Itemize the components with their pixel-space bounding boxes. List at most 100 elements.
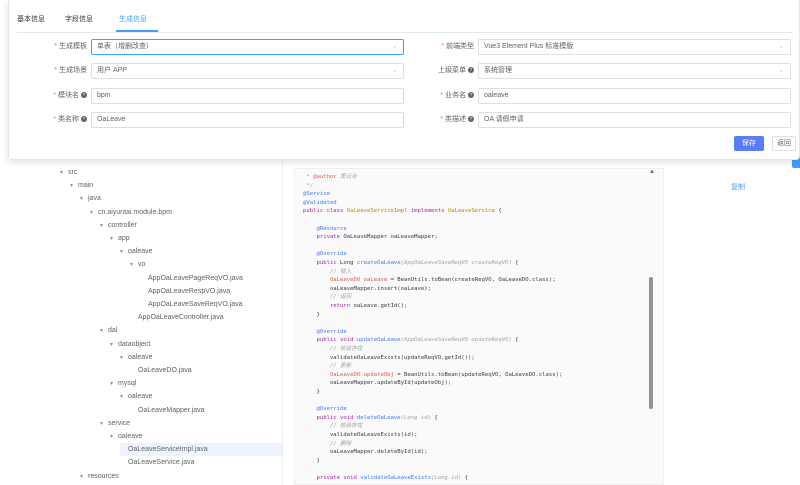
tree-file[interactable]: AppOaLeavePageReqVO.java — [140, 272, 243, 285]
frontend-type-label: * 前端类型 — [441, 43, 474, 50]
class-name-input[interactable]: OaLeave — [91, 112, 404, 128]
tab-field-info[interactable]: 字段信息 — [65, 14, 93, 24]
tree-folder[interactable]: ▾ cn.aiyuntai.module.bpm — [90, 206, 172, 219]
tree-folder[interactable]: ▾ resources — [80, 470, 119, 483]
caret-down-icon: ▾ — [120, 394, 124, 401]
scene-label: * 生成场景 — [54, 67, 87, 74]
help-icon[interactable]: ? — [81, 116, 87, 122]
code-line: OaLeaveDO oaLeave = BeanUtils.toBean(cre… — [303, 277, 556, 284]
code-viewer[interactable]: ▲ * @author 爱云台 */ @Service @Validated publ… — [294, 168, 664, 485]
tree-folder[interactable]: ▾ mysql — [110, 377, 136, 390]
template-label: * 生成模板 — [54, 43, 87, 50]
tree-file[interactable]: AppOaLeaveController.java — [130, 311, 224, 324]
code-line: validateOaLeaveExists(id); — [303, 432, 418, 438]
tree-file[interactable]: OaLeaveDO.java — [130, 364, 192, 377]
tree-node-label: main — [78, 182, 94, 190]
chevron-down-icon: ⌄ — [778, 68, 784, 74]
tab-basic-info[interactable]: 基本信息 — [17, 14, 45, 24]
tree-folder[interactable]: ▾ oaleave — [120, 245, 153, 258]
code-line: public void updateOaLeave(AppOaLeaveSave… — [303, 337, 519, 344]
code-line: // 返回 — [303, 294, 352, 301]
tree-file[interactable]: AppOaLeaveSaveReqVO.java — [140, 298, 243, 311]
tree-folder[interactable]: ▾ app — [110, 232, 130, 245]
tree-file[interactable]: AppOaLeaveRespVO.java — [140, 285, 230, 298]
help-icon[interactable]: ? — [468, 116, 474, 122]
tree-node-label: AppOaLeavePageReqVO.java — [148, 274, 243, 282]
tree-node-label: controller — [108, 221, 137, 229]
code-line: public void deleteOaLeave(Long id) { — [303, 414, 438, 421]
business-name-input[interactable]: oaleave — [478, 88, 791, 104]
parent-menu-label: 上级菜单? — [438, 67, 474, 74]
code-preview-panel: ▾ src ▾ main ▾ java ▾ cn.aiyuntai.module.bpm ▾ co… — [0, 150, 800, 485]
tab-generate-info[interactable]: 生成信息 — [119, 14, 147, 24]
panel-divider — [282, 150, 283, 485]
caret-down-icon: ▾ — [90, 209, 94, 216]
caret-down-icon: ▾ — [100, 328, 104, 335]
parent-menu-select[interactable]: 系统管理 ⌄ — [478, 63, 791, 79]
tree-folder[interactable]: ▾ main — [70, 179, 93, 192]
code-scrollbar[interactable] — [649, 277, 653, 409]
business-name-label: * 业务名? — [440, 92, 474, 99]
tree-folder[interactable]: ▾ src — [60, 166, 77, 179]
frontend-type-select[interactable]: Vue3 Element Plus 标准模版 ⌄ — [478, 39, 791, 55]
chevron-down-icon: ⌄ — [778, 44, 784, 50]
tree-folder[interactable]: ▾ dal — [100, 324, 117, 337]
back-button[interactable]: 返回 — [772, 136, 796, 151]
scene-select[interactable]: 用户 APP ⌄ — [91, 63, 404, 79]
tree-folder[interactable]: ▾ controller — [100, 219, 137, 232]
tree-node-label: oaleave — [128, 353, 153, 361]
tree-node-label: OaLeaveServiceImpl.java — [128, 446, 208, 454]
code-line: public class OaLeaveServiceImpl implemen… — [303, 208, 502, 215]
copy-button[interactable]: 复制 — [731, 182, 745, 192]
code-line: // 校验存在 — [303, 346, 363, 352]
module-name-label: * 模块名? — [53, 92, 87, 99]
tree-node-label: java — [88, 195, 101, 203]
tree-node-label: AppOaLeaveRespVO.java — [148, 287, 231, 295]
tree-folder[interactable]: ▾ oaleave — [120, 351, 153, 364]
caret-down-icon: ▾ — [100, 222, 104, 229]
code-line: */ — [303, 182, 314, 189]
caret-down-icon: ▾ — [70, 183, 74, 190]
tree-node-label: dal — [108, 327, 118, 335]
tree-node-label: vo — [138, 261, 146, 269]
code-line: // 删除 — [303, 440, 352, 447]
tree-node-label: AppOaLeaveController.java — [138, 314, 224, 322]
module-name-input[interactable]: bpm — [91, 88, 404, 104]
class-desc-input[interactable]: OA 请假申请 — [478, 112, 791, 128]
class-desc-label: * 类描述? — [440, 116, 474, 123]
tree-folder[interactable]: ▾ oaleave — [110, 430, 143, 443]
code-line: OaLeaveDO updateObj = BeanUtils.toBean(u… — [303, 371, 563, 378]
code-line: public Long createOaLeave(AppOaLeaveSave… — [303, 260, 519, 266]
tree-node-label: OaLeaveService.java — [128, 459, 195, 467]
code-line: oaLeaveMapper.insert(oaLeave); — [303, 285, 431, 292]
generate-info-card: 基本信息 字段信息 生成信息 * 生成模板 单表（增删改查） ⌄ * 前端类型 Vue… — [8, 0, 800, 160]
tree-node-label: OaLeaveDO.java — [138, 367, 192, 374]
file-tree: ▾ src ▾ main ▾ java ▾ cn.aiyuntai.module.bpm ▾ co… — [50, 166, 282, 485]
tree-folder[interactable]: ▾ service — [100, 417, 130, 430]
tree-node-label: OaLeaveMapper.java — [138, 406, 205, 414]
code-line: } — [303, 457, 320, 464]
tree-node-label: AppOaLeaveSaveReqVO.java — [148, 301, 243, 308]
tree-folder[interactable]: ▾ dataobject — [110, 338, 150, 351]
caret-down-icon: ▾ — [110, 381, 114, 388]
template-select[interactable]: 单表（增删改查） ⌄ — [91, 39, 404, 55]
save-button[interactable]: 保存 — [734, 136, 764, 151]
scroll-up-icon[interactable]: ▲ — [649, 169, 655, 175]
code-line: @Override — [303, 406, 347, 413]
tree-folder[interactable]: ▾ java — [80, 192, 101, 205]
tree-file[interactable]: OaLeaveServiceImpl.java — [120, 443, 282, 457]
help-icon[interactable]: ? — [468, 67, 474, 73]
tree-folder[interactable]: ▾ oaleave — [120, 390, 153, 403]
tree-folder[interactable]: ▾ vo — [130, 258, 145, 271]
tree-node-label: oaleave — [118, 433, 143, 440]
help-icon[interactable]: ? — [468, 92, 474, 98]
tree-node-label: oaleave — [128, 393, 153, 401]
code-line: return oaLeave.getId(); — [303, 303, 408, 309]
tree-node-label: dataobject — [118, 340, 151, 348]
code-line: @Service — [303, 191, 330, 198]
code-line: @Override — [303, 328, 347, 335]
help-icon[interactable]: ? — [81, 92, 87, 98]
tree-file[interactable]: OaLeaveService.java — [120, 456, 195, 469]
code-line: oaLeaveMapper.deleteById(id); — [303, 449, 428, 456]
tree-file[interactable]: OaLeaveMapper.java — [130, 404, 205, 417]
